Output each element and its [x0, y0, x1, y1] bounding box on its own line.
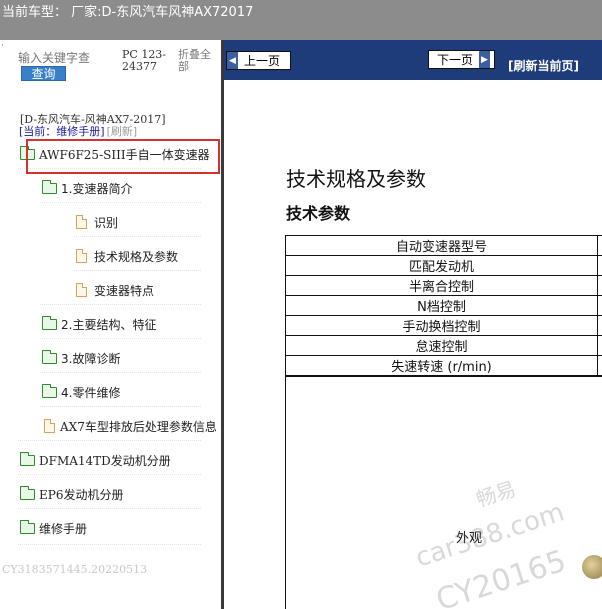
- tree-item-repair-manual[interactable]: 维修手册: [20, 518, 87, 538]
- folder-icon: [42, 349, 57, 364]
- divider: [74, 270, 201, 271]
- table-row: 半离合控制: [285, 275, 602, 296]
- selection-highlight-box: [26, 139, 220, 174]
- table-row: N档控制: [285, 295, 602, 316]
- sidebar-marker: ·: [1, 41, 4, 51]
- tree-item-label: EP6发动机分册: [39, 487, 124, 502]
- top-bar: 当前车型： 厂家:D-东风汽车风神AX72017: [0, 0, 602, 40]
- divider: [18, 544, 201, 545]
- tree-item-engine-dfma14td[interactable]: DFMA14TD发动机分册: [20, 450, 171, 470]
- sidebar-footer-id: CY3183571445.20220513: [2, 563, 148, 576]
- divider: [40, 372, 201, 373]
- table-cell: 半离合控制: [285, 275, 598, 296]
- prev-page-label: 上一页: [244, 54, 281, 68]
- tree-item-label: 技术规格及参数: [94, 249, 179, 264]
- page-icon: [76, 249, 87, 263]
- table-cell: [597, 335, 602, 356]
- next-page-label: 下一页: [437, 53, 474, 67]
- current-label: [当前：维修手册]: [19, 125, 105, 138]
- divider: [74, 236, 201, 237]
- table-cell: [597, 315, 602, 336]
- table-row: 自动变速器型号: [285, 235, 602, 256]
- current-location: [当前：维修手册] [刷新]: [19, 123, 137, 139]
- table-cell: [597, 235, 602, 256]
- divider: [40, 304, 201, 305]
- arrow-right-icon: ▶: [479, 51, 491, 68]
- folder-icon: [20, 451, 35, 466]
- tree-item-diagnosis[interactable]: 3.故障诊断: [42, 348, 120, 368]
- search-button[interactable]: 查询: [21, 66, 66, 81]
- table-cell: 失速转速 (r/min): [285, 355, 598, 376]
- pc-code-label: PC 123-24377: [122, 48, 167, 73]
- tree-item-label: DFMA14TD发动机分册: [39, 453, 171, 468]
- folder-icon: [20, 485, 35, 500]
- page-icon: [76, 215, 87, 229]
- tree-item-specs[interactable]: 技术规格及参数: [76, 246, 178, 266]
- folder-icon: [42, 179, 57, 194]
- tree-item-label: 维修手册: [39, 521, 88, 536]
- table-cell: [597, 355, 602, 376]
- tree-item-identification[interactable]: 识别: [76, 212, 118, 232]
- page-icon: [44, 419, 55, 433]
- divider: [18, 508, 201, 509]
- tree-item-structure[interactable]: 2.主要结构、特征: [42, 314, 156, 334]
- divider: [40, 406, 201, 407]
- table-row: 怠速控制: [285, 335, 602, 356]
- tree-item-label: 变速器特点: [94, 283, 155, 298]
- collapse-all-link[interactable]: 折叠全部: [178, 49, 218, 73]
- tree-item-label: 1.变速器简介: [61, 181, 133, 196]
- page-title: 技术规格及参数: [286, 167, 426, 191]
- table-cell: 自动变速器型号: [285, 235, 598, 256]
- tree-item-label: 3.故障诊断: [61, 351, 121, 366]
- table-cell: [597, 275, 602, 296]
- tree-item-label: AX7车型排放后处理参数信息: [60, 419, 217, 434]
- tree-item-features[interactable]: 变速器特点: [76, 280, 154, 300]
- table-row: 匹配发动机: [285, 255, 602, 276]
- spec-table: 自动变速器型号 匹配发动机 半离合控制 N档控制 手动换档控制 怠速控制 失速转…: [285, 235, 602, 376]
- divider: [40, 202, 201, 203]
- tree-item-label: 4.零件维修: [61, 385, 121, 400]
- refresh-tree-link[interactable]: [刷新]: [107, 125, 138, 138]
- folder-icon: [42, 315, 57, 330]
- tree-item-parts-repair[interactable]: 4.零件维修: [42, 382, 120, 402]
- page-icon: [76, 283, 87, 297]
- tree-item-engine-ep6[interactable]: EP6发动机分册: [20, 484, 123, 504]
- table-cell: 怠速控制: [285, 335, 598, 356]
- tree-item-emission-params[interactable]: AX7车型排放后处理参数信息: [44, 416, 221, 436]
- search-input[interactable]: [18, 49, 116, 66]
- arrow-left-icon: ◀: [227, 52, 238, 69]
- refresh-current-page-link[interactable]: [刷新当前页]: [508, 57, 579, 74]
- table-cell: [597, 295, 602, 316]
- next-page-button[interactable]: 下一页 ▶: [428, 50, 495, 69]
- tree-item-label: 2.主要结构、特征: [61, 317, 157, 332]
- table-cell: N档控制: [285, 295, 598, 316]
- folder-icon: [42, 383, 57, 398]
- divider: [18, 474, 201, 475]
- divider: [18, 440, 201, 441]
- prev-page-button[interactable]: ◀ 上一页: [226, 51, 291, 70]
- folder-icon: [20, 519, 35, 534]
- current-model-label: 当前车型： 厂家:D-东风汽车风神AX72017: [2, 5, 254, 20]
- tree-item-intro[interactable]: 1.变速器简介: [42, 178, 132, 198]
- table-cell: [597, 255, 602, 276]
- table-cell: 手动换档控制: [285, 315, 598, 336]
- watermark-logo-icon: [582, 555, 602, 579]
- table-row: 失速转速 (r/min): [285, 355, 602, 376]
- tree-item-label: 识别: [94, 215, 119, 230]
- table-cell: 匹配发动机: [285, 255, 598, 276]
- divider: [40, 338, 201, 339]
- table-row: 手动换档控制: [285, 315, 602, 336]
- section-subtitle: 技术参数: [286, 204, 351, 223]
